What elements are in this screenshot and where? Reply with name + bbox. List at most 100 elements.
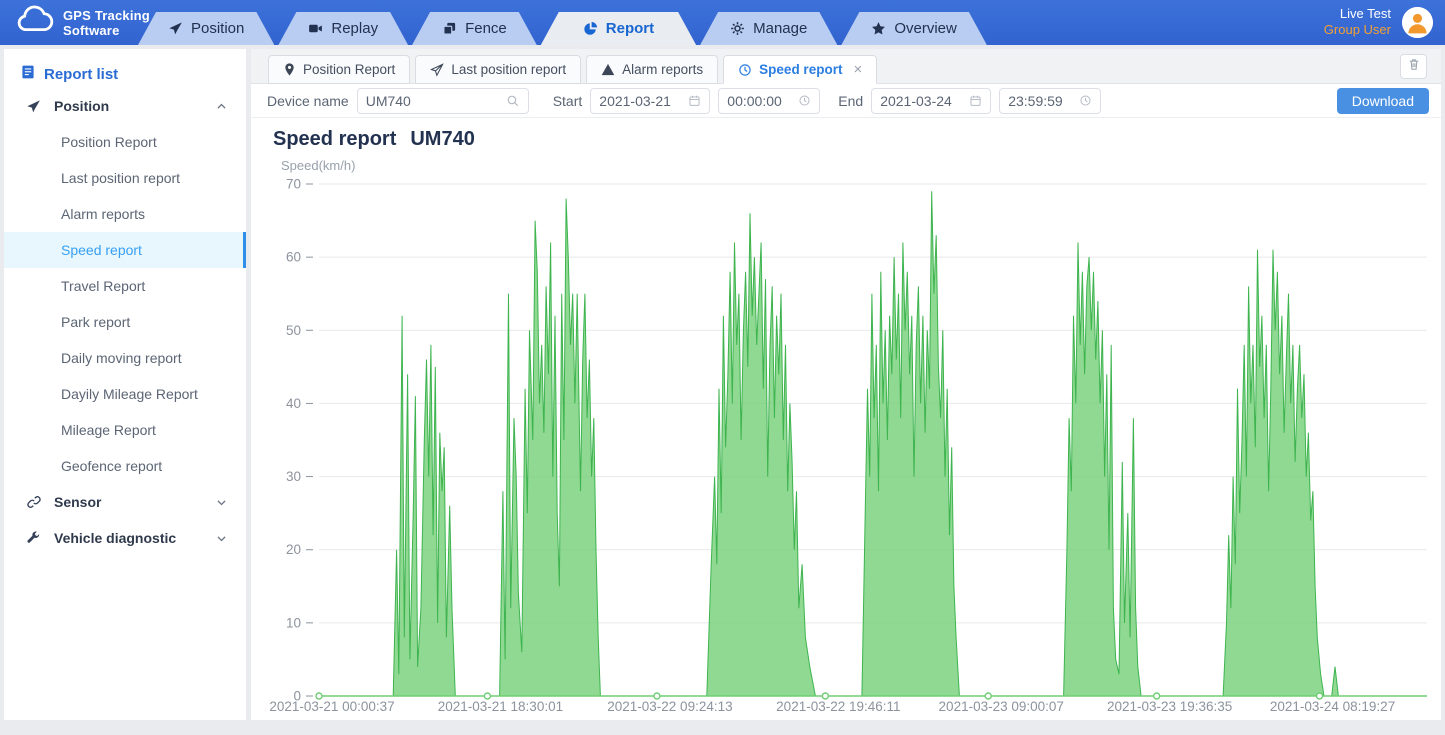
user-name: Live Test [1324,6,1391,22]
x-tick-label: 2021-03-22 19:46:11 [776,699,900,714]
report-list-header: Report list [4,49,246,88]
user-group: Group User [1324,22,1391,38]
speed-area-chart: 0102030405060702021-03-21 00:00:372021-0… [251,176,1441,719]
nav-tab-label: Replay [331,12,378,45]
start-label: Start [553,93,583,109]
report-tab-last-position-report[interactable]: Last position report [415,55,581,84]
main-nav-tabs: Position Replay Fence Report Manage Overview [138,0,987,45]
warning-icon [601,63,615,76]
section-label: Sensor [54,494,101,510]
sidebar-item-speed-report[interactable]: Speed report [4,232,246,268]
report-list: Position Position Report Last position rep… [4,88,246,556]
sidebar-section-sensor[interactable]: Sensor [4,484,246,520]
sidebar-item-mileage-report[interactable]: Mileage Report [4,412,246,448]
report-list-title: Report list [44,66,118,83]
app-logo: GPS Tracking Software [14,5,150,40]
sidebar-item-label: Speed report [61,242,142,258]
x-tick-label: 2021-03-22 09:24:13 [607,699,732,714]
sidebar-item-daily-moving-report[interactable]: Daily moving report [4,340,246,376]
report-tab-alarm-reports[interactable]: Alarm reports [586,55,718,84]
start-date-input[interactable]: 2021-03-21 [590,88,710,114]
device-name-input[interactable]: UM740 [357,88,529,114]
sidebar-item-label: Position Report [61,134,157,150]
device-name-label: Device name [267,93,349,109]
nav-tab-label: Report [606,12,654,45]
nav-tab-fence[interactable]: Fence [412,12,537,45]
camera-icon [308,21,323,36]
section-label: Position [54,98,109,114]
clear-tabs-button[interactable] [1400,54,1427,79]
search-icon [506,94,520,108]
trash-icon [1407,57,1421,76]
sidebar-item-position-report[interactable]: Position Report [4,124,246,160]
sidebar-item-label: Last position report [61,170,180,186]
sidebar-item-label: Geofence report [61,458,162,474]
avatar[interactable] [1402,7,1433,38]
report-tab-label: Speed report [759,62,842,77]
main-panel: Position Report Last position report Alarm… [251,49,1441,720]
nav-tab-overview[interactable]: Overview [841,12,987,45]
sidebar-section-vehicle-diagnostic[interactable]: Vehicle diagnostic [4,520,246,556]
paper-plane-icon [430,63,444,77]
chart-section: Speed reportUM740 Speed(km/h) 0102030405… [251,118,1441,719]
person-icon [1402,7,1433,38]
clock-icon [1079,94,1092,107]
end-label: End [838,93,863,109]
gear-icon [730,21,745,36]
sidebar-item-dayily-mileage-report[interactable]: Dayily Mileage Report [4,376,246,412]
download-button[interactable]: Download [1337,88,1429,114]
report-sidebar: Report list Position Position Report Last … [4,49,246,720]
y-tick-label: 20 [286,542,301,557]
report-list-icon [20,64,36,84]
end-time-input[interactable]: 23:59:59 [999,88,1101,114]
star-icon [871,21,886,36]
sidebar-item-label: Mileage Report [61,422,156,438]
nav-tab-manage[interactable]: Manage [700,12,837,45]
report-tabs: Position Report Last position report Alarm… [268,55,877,83]
x-tick-label: 2021-03-21 00:00:37 [269,699,394,714]
sidebar-item-label: Daily moving report [61,350,182,366]
nav-tab-label: Manage [753,12,807,45]
nav-tab-label: Overview [894,12,957,45]
y-tick-label: 50 [286,323,301,338]
nav-tab-replay[interactable]: Replay [278,12,408,45]
report-tab-speed-report[interactable]: Speed report × [723,55,877,84]
x-tick-label: 2021-03-23 19:36:35 [1107,699,1232,714]
pie-chart-icon [583,21,598,36]
clock-icon [798,94,811,107]
start-time-input[interactable]: 00:00:00 [718,88,820,114]
report-tab-label: Position Report [303,62,395,77]
sidebar-item-travel-report[interactable]: Travel Report [4,268,246,304]
nav-tab-position[interactable]: Position [138,12,274,45]
section-label: Vehicle diagnostic [54,530,176,546]
sidebar-item-park-report[interactable]: Park report [4,304,246,340]
chevron-up-icon [215,100,228,113]
app-title: GPS Tracking Software [63,8,150,38]
fence-icon [442,21,457,36]
end-date-input[interactable]: 2021-03-24 [871,88,991,114]
user-info[interactable]: Live Test Group User [1324,6,1391,38]
sidebar-item-last-position-report[interactable]: Last position report [4,160,246,196]
x-tick-label: 2021-03-23 09:00:07 [939,699,1064,714]
nav-tab-report[interactable]: Report [541,12,696,45]
chart-y-axis-name: Speed(km/h) [281,158,1441,176]
chevron-down-icon [215,532,228,545]
y-tick-label: 40 [286,396,301,411]
query-toolbar: Device name UM740 Start 2021-03-21 00:00… [251,84,1441,118]
chart-title: Speed reportUM740 [273,128,1441,154]
y-tick-label: 30 [286,469,301,484]
sidebar-item-geofence-report[interactable]: Geofence report [4,448,246,484]
paper-plane-icon [168,21,183,36]
report-tabstrip: Position Report Last position report Alarm… [251,49,1441,84]
chart-device-name: UM740 [410,128,474,150]
link-icon [26,494,43,510]
top-navigation-bar: GPS Tracking Software Position Replay Fenc… [0,0,1445,45]
sidebar-item-alarm-reports[interactable]: Alarm reports [4,196,246,232]
y-tick-label: 70 [286,177,301,192]
paper-plane-icon [26,99,43,114]
x-tick-label: 2021-03-24 08:19:27 [1270,699,1395,714]
report-tab-position-report[interactable]: Position Report [268,55,410,84]
report-tab-label: Last position report [451,62,566,77]
sidebar-section-position[interactable]: Position [4,88,246,124]
close-icon[interactable]: × [853,62,862,77]
